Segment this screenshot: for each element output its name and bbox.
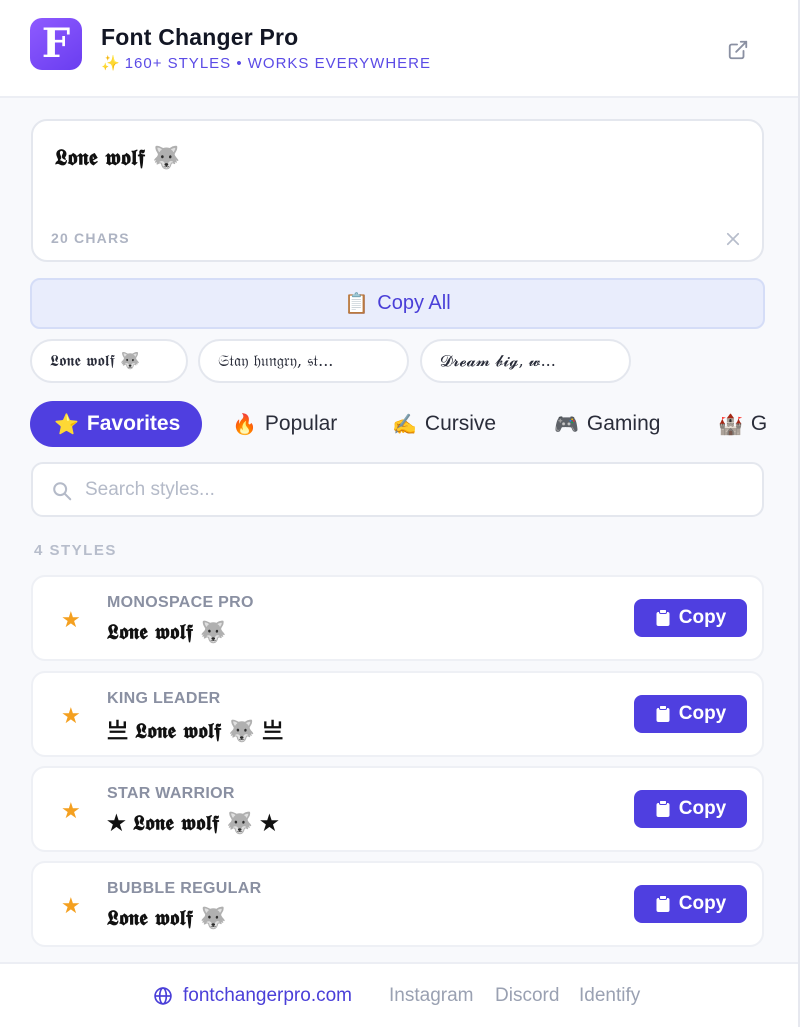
- globe-icon: [154, 987, 172, 1005]
- copy-button[interactable]: Copy: [634, 695, 747, 733]
- header: F Font Changer Pro ✨ 160+ STYLES • WORKS …: [0, 0, 798, 98]
- sparkle-icon: ✨: [101, 55, 121, 72]
- star-icon: ⭐: [54, 413, 79, 436]
- copy-label: Copy: [678, 607, 727, 628]
- footer: fontchangerpro.com Instagram Discord Ide…: [0, 962, 798, 1027]
- search-input[interactable]: [85, 472, 745, 508]
- identify-link[interactable]: Identify: [579, 985, 640, 1007]
- clipboard-icon: [656, 800, 670, 817]
- tab-label: Gaming: [586, 412, 661, 435]
- style-name: MONOSPACE PRO: [107, 594, 254, 611]
- tab-gaming[interactable]: 🎮 Gaming: [554, 401, 660, 447]
- tab-label: Popular: [264, 412, 338, 435]
- tab-popular[interactable]: 🔥 Popular: [232, 401, 337, 447]
- external-link-icon: [728, 40, 748, 60]
- favorite-star-icon[interactable]: ★: [61, 703, 81, 729]
- copy-all-label: Copy All: [377, 292, 451, 314]
- copy-button[interactable]: Copy: [634, 885, 747, 923]
- app-logo: F: [30, 18, 82, 70]
- website-link-label: fontchangerpro.com: [183, 985, 352, 1006]
- style-card: ★ BUBBLE REGULAR 𝕷𝖔𝖓𝖊 𝖜𝖔𝖑𝖋 🐺 Copy: [31, 861, 764, 947]
- castle-icon: 🏰: [718, 413, 743, 436]
- style-preview: 𝕷𝖔𝖓𝖊 𝖜𝖔𝖑𝖋 🐺: [107, 905, 227, 930]
- copy-label: Copy: [678, 798, 727, 819]
- writing-hand-icon: ✍️: [392, 413, 417, 436]
- style-preview: 亗 𝕷𝖔𝖓𝖊 𝖜𝖔𝖑𝖋 🐺 亗: [107, 718, 284, 743]
- clipboard-icon: [656, 895, 670, 912]
- style-preview: ★ 𝕷𝖔𝖓𝖊 𝖜𝖔𝖑𝖋 🐺 ★: [107, 810, 279, 835]
- char-count: 20 CHARS: [51, 230, 130, 246]
- copy-button[interactable]: Copy: [634, 599, 747, 637]
- copy-label: Copy: [678, 893, 727, 914]
- open-external-button[interactable]: [724, 36, 752, 64]
- tab-gothic[interactable]: 🏰 G: [718, 401, 788, 447]
- tab-label: Favorites: [86, 412, 181, 435]
- clipboard-icon: [656, 705, 670, 722]
- favorite-star-icon[interactable]: ★: [61, 893, 81, 919]
- style-preview: 𝕷𝖔𝖓𝖊 𝖜𝖔𝖑𝖋 🐺: [107, 619, 227, 644]
- style-count: 4 STYLES: [34, 542, 117, 559]
- website-link[interactable]: fontchangerpro.com: [153, 985, 352, 1007]
- style-card: ★ MONOSPACE PRO 𝕷𝖔𝖓𝖊 𝖜𝖔𝖑𝖋 🐺 Copy: [31, 575, 764, 661]
- copy-button[interactable]: Copy: [634, 790, 747, 828]
- style-name: BUBBLE REGULAR: [107, 880, 262, 897]
- favorite-star-icon[interactable]: ★: [61, 798, 81, 824]
- game-controller-icon: 🎮: [554, 413, 579, 436]
- clipboard-icon: 📋: [344, 293, 370, 315]
- preset-chip[interactable]: 𝓓𝓻𝓮𝓪𝓶 𝓫𝓲𝓰, 𝔀...: [420, 339, 631, 383]
- style-card: ★ STAR WARRIOR ★ 𝕷𝖔𝖓𝖊 𝖜𝖔𝖑𝖋 🐺 ★ Copy: [31, 766, 764, 852]
- instagram-link[interactable]: Instagram: [389, 985, 473, 1007]
- text-input-card[interactable]: 𝕷𝖔𝖓𝖊 𝖜𝖔𝖑𝖋 🐺 20 CHARS: [31, 119, 764, 262]
- tab-label: G: [750, 412, 768, 435]
- clear-text-button[interactable]: [721, 227, 745, 251]
- style-card: ★ KING LEADER 亗 𝕷𝖔𝖓𝖊 𝖜𝖔𝖑𝖋 🐺 亗 Copy: [31, 671, 764, 757]
- app-subtitle-text: 160+ STYLES • WORKS EVERYWHERE: [124, 55, 432, 72]
- logo-letter: F: [41, 20, 71, 67]
- copy-label: Copy: [678, 703, 727, 724]
- app-subtitle: ✨ 160+ STYLES • WORKS EVERYWHERE: [101, 54, 431, 72]
- close-icon: [726, 232, 740, 246]
- text-input-value[interactable]: 𝕷𝖔𝖓𝖊 𝖜𝖔𝖑𝖋 🐺: [55, 145, 695, 171]
- preset-chip[interactable]: 𝔖𝔱𝔞𝔶 𝔥𝔲𝔫𝔤𝔯𝔶, 𝔰𝔱...: [198, 339, 409, 383]
- tab-cursive[interactable]: ✍️ Cursive: [392, 401, 496, 447]
- favorite-star-icon[interactable]: ★: [61, 607, 81, 633]
- style-name: STAR WARRIOR: [107, 785, 235, 802]
- search-box: [31, 462, 764, 517]
- preset-chip[interactable]: 𝕷𝖔𝖓𝖊 𝖜𝖔𝖑𝖋 🐺: [30, 339, 188, 383]
- tab-favorites[interactable]: ⭐ Favorites: [30, 401, 203, 447]
- app-title: Font Changer Pro: [101, 24, 299, 50]
- fire-icon: 🔥: [232, 413, 257, 436]
- clipboard-icon: [656, 609, 670, 626]
- discord-link[interactable]: Discord: [495, 985, 559, 1007]
- search-icon: [53, 482, 72, 501]
- style-name: KING LEADER: [107, 690, 221, 707]
- font-changer-popup: F Font Changer Pro ✨ 160+ STYLES • WORKS …: [0, 0, 800, 1027]
- tab-label: Cursive: [424, 412, 497, 435]
- copy-all-button[interactable]: 📋 Copy All: [30, 278, 765, 329]
